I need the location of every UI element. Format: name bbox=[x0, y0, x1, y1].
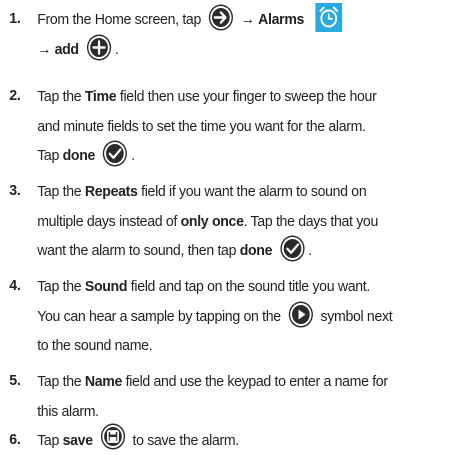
alarm-clock-icon bbox=[315, 3, 343, 33]
step-text: From the Home screen, tap → Alarms → add… bbox=[37, 3, 474, 64]
step-number: 1. bbox=[9, 10, 21, 27]
checkmark-circle-icon bbox=[279, 234, 306, 263]
save-circle-icon bbox=[99, 422, 126, 451]
step-text: Tap the Name field and use the keypad to… bbox=[37, 373, 388, 420]
checkmark-circle-icon bbox=[101, 139, 128, 168]
arrow-right-circle-icon bbox=[207, 3, 234, 32]
step-text: Tap save to save the alarm. bbox=[37, 423, 474, 455]
step-number: 4. bbox=[9, 277, 21, 294]
step-number: 2. bbox=[9, 87, 21, 104]
step-text: Tap the Time field then use your finger … bbox=[37, 82, 474, 171]
step-text: Tap the Repeats field if you want the al… bbox=[37, 177, 474, 266]
step-text: Tap the Sound field and tap on the sound… bbox=[37, 278, 393, 354]
step-number: 5. bbox=[9, 372, 21, 389]
instruction-list: 1. From the Home screen, tap → Alarms → … bbox=[0, 0, 475, 455]
add-circle-icon bbox=[85, 33, 112, 62]
step-number: 6. bbox=[9, 431, 21, 448]
play-circle-icon bbox=[287, 300, 314, 329]
step-number: 3. bbox=[9, 182, 21, 199]
